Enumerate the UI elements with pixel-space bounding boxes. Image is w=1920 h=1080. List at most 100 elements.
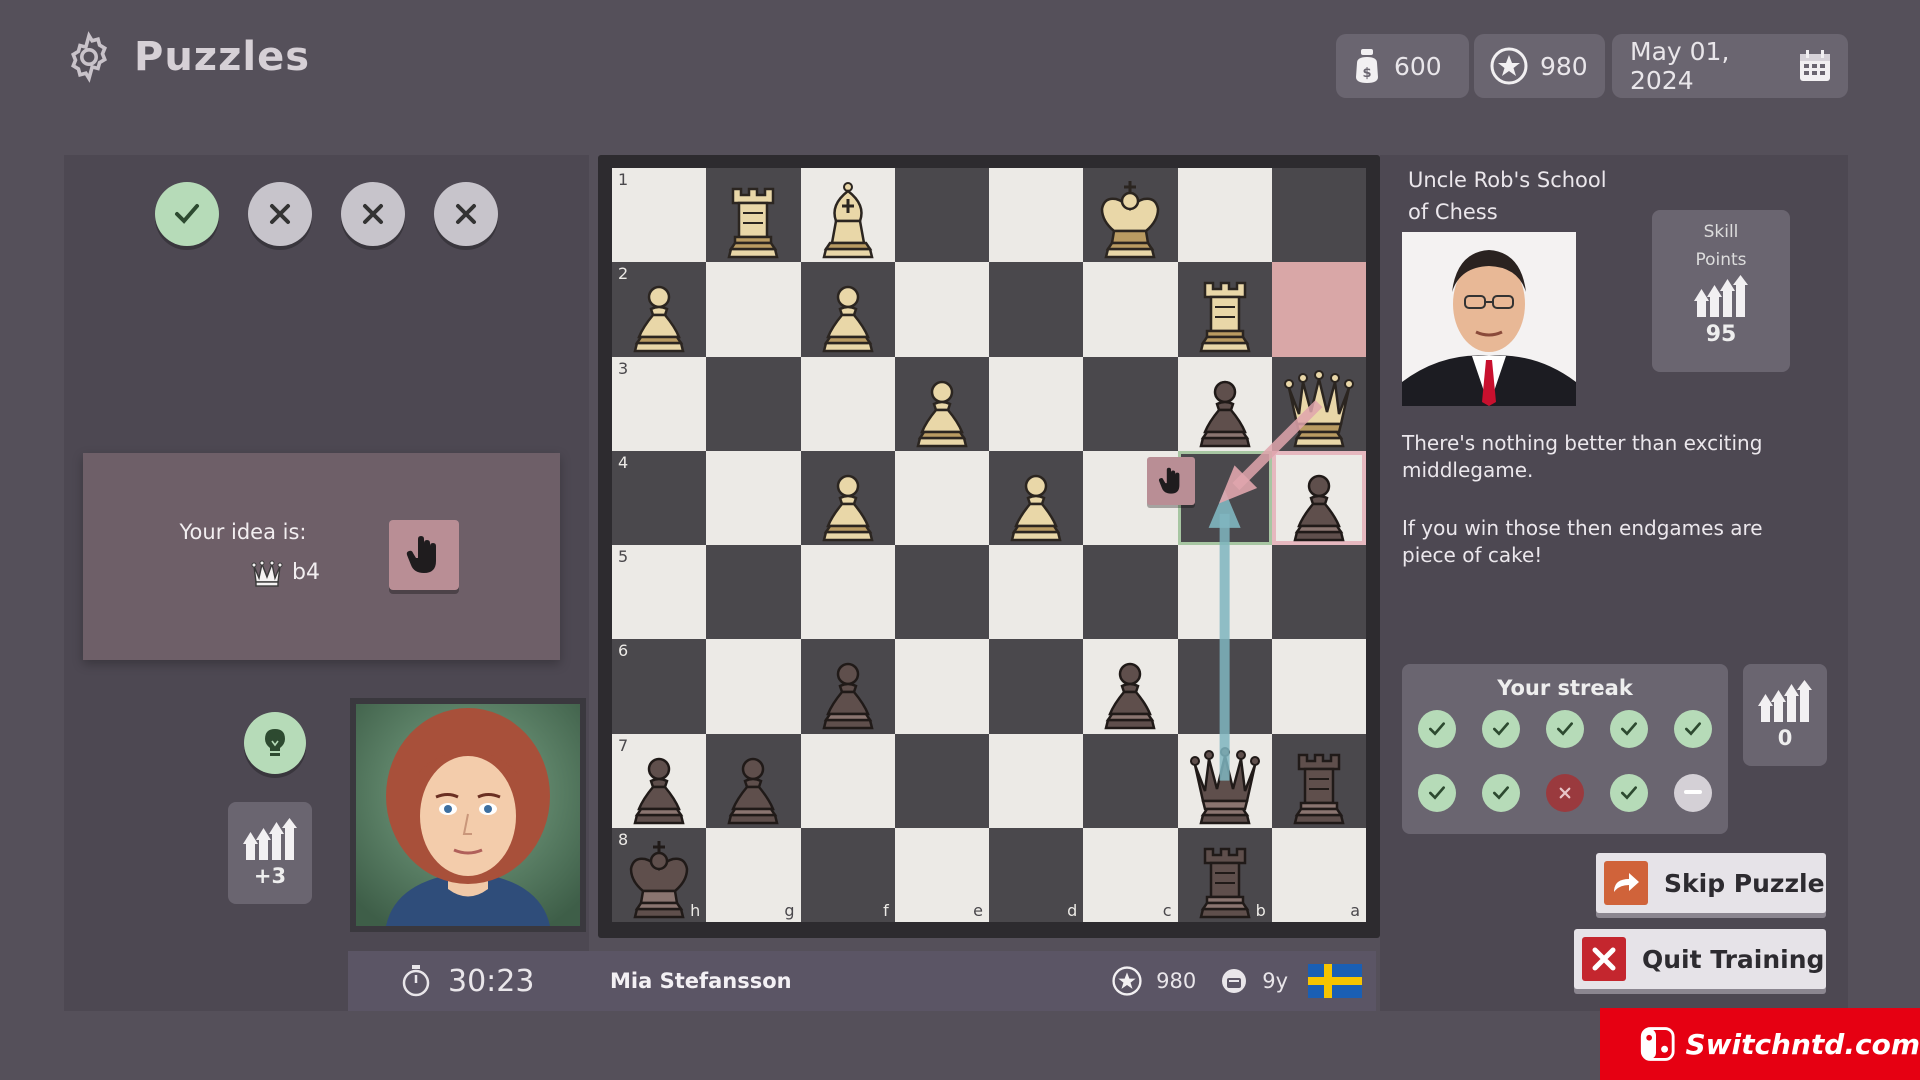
square-a1[interactable] <box>1271 168 1366 263</box>
square-c1[interactable] <box>1083 168 1178 263</box>
square-a3[interactable] <box>1271 356 1366 451</box>
square-f6[interactable] <box>800 639 895 734</box>
quit-training-button[interactable]: Quit Training <box>1574 929 1826 989</box>
square-e1[interactable] <box>894 168 989 263</box>
square-f7[interactable] <box>800 733 895 828</box>
square-g5[interactable] <box>706 545 801 640</box>
square-d6[interactable] <box>989 639 1084 734</box>
skip-puzzle-button[interactable]: Skip Puzzle <box>1596 853 1826 913</box>
square-d7[interactable] <box>989 733 1084 828</box>
square-b5[interactable] <box>1177 545 1272 640</box>
square-a5[interactable] <box>1271 545 1366 640</box>
quit-training-label: Quit Training <box>1642 944 1825 974</box>
square-f2[interactable] <box>800 262 895 357</box>
streak-correct-icon <box>1674 710 1712 748</box>
file-label: f <box>883 901 889 920</box>
cake-icon <box>1222 969 1247 993</box>
square-e2[interactable] <box>894 262 989 357</box>
square-b2[interactable] <box>1177 262 1272 357</box>
hint-button[interactable] <box>244 712 306 774</box>
square-b3[interactable] <box>1177 356 1272 451</box>
square-h7[interactable]: 7 <box>612 733 707 828</box>
coins-pill: $ 600 <box>1336 34 1469 98</box>
square-g8[interactable]: g <box>706 827 801 922</box>
square-e3[interactable] <box>894 356 989 451</box>
streak-correct-icon <box>1610 774 1648 812</box>
square-a2[interactable] <box>1271 262 1366 357</box>
square-d4[interactable] <box>989 450 1084 545</box>
streak-points-card: 0 <box>1743 664 1827 766</box>
square-h5[interactable]: 5 <box>612 545 707 640</box>
square-g7[interactable] <box>706 733 801 828</box>
coins-value: 600 <box>1394 51 1442 81</box>
square-g4[interactable] <box>706 450 801 545</box>
switch-logo-icon <box>1640 1027 1675 1061</box>
coach-message: There's nothing better than exciting mid… <box>1402 431 1763 482</box>
square-f5[interactable] <box>800 545 895 640</box>
coach-avatar <box>1402 232 1576 406</box>
square-h8[interactable]: 8h <box>612 827 707 922</box>
square-c3[interactable] <box>1083 356 1178 451</box>
rising-arrows-icon <box>1694 275 1748 317</box>
square-c2[interactable] <box>1083 262 1178 357</box>
square-h2[interactable]: 2 <box>612 262 707 357</box>
close-icon <box>1582 937 1626 981</box>
square-f3[interactable] <box>800 356 895 451</box>
square-g1[interactable] <box>706 168 801 263</box>
file-label: h <box>690 901 701 920</box>
square-e5[interactable] <box>894 545 989 640</box>
rank-label: 6 <box>618 641 629 661</box>
square-g6[interactable] <box>706 639 801 734</box>
rank-label: 3 <box>618 358 629 378</box>
calendar-icon[interactable] <box>1798 49 1832 83</box>
square-h4[interactable]: 4 <box>612 450 707 545</box>
square-a7[interactable] <box>1271 733 1366 828</box>
date-value: May 01, 2024 <box>1630 37 1730 95</box>
square-b6[interactable] <box>1177 639 1272 734</box>
rank-label: 1 <box>618 170 629 189</box>
rating-pill: 980 <box>1474 34 1605 98</box>
square-a6[interactable] <box>1271 639 1366 734</box>
idea-square: b4 <box>292 559 320 585</box>
chess-board[interactable]: 1 2 3 456 78hg fedcba <box>612 168 1366 922</box>
square-d1[interactable] <box>989 168 1084 263</box>
square-h3[interactable]: 3 <box>612 356 707 451</box>
square-f8[interactable]: f <box>800 827 895 922</box>
square-e7[interactable] <box>894 733 989 828</box>
square-g2[interactable] <box>706 262 801 357</box>
square-b1[interactable] <box>1177 168 1272 263</box>
square-f4[interactable] <box>800 450 895 545</box>
square-c8[interactable]: c <box>1083 827 1178 922</box>
square-c7[interactable] <box>1083 733 1178 828</box>
streak-correct-icon <box>1418 774 1456 812</box>
watermark: Switchntd.com <box>1600 1008 1920 1080</box>
select-piece-button[interactable] <box>389 520 459 590</box>
square-e4[interactable] <box>894 450 989 545</box>
rank-label: 2 <box>618 264 629 284</box>
square-c6[interactable] <box>1083 639 1178 734</box>
square-d5[interactable] <box>989 545 1084 640</box>
square-d2[interactable] <box>989 262 1084 357</box>
square-h6[interactable]: 6 <box>612 639 707 734</box>
square-a4[interactable] <box>1271 450 1366 545</box>
square-b7[interactable] <box>1177 733 1272 828</box>
streak-correct-icon <box>1482 710 1520 748</box>
square-e8[interactable]: e <box>894 827 989 922</box>
square-b8[interactable]: b <box>1177 827 1272 922</box>
streak-correct-icon <box>1546 710 1584 748</box>
idea-move: b4 <box>250 556 320 588</box>
star-badge-icon <box>1112 966 1142 996</box>
square-f1[interactable] <box>800 168 895 263</box>
square-a8[interactable]: a <box>1271 827 1366 922</box>
attempt-correct-icon <box>155 182 219 246</box>
settings-gear-icon[interactable] <box>62 30 116 84</box>
idea-label: Your idea is: <box>179 520 307 544</box>
player-rating: 980 <box>1156 969 1197 993</box>
square-d3[interactable] <box>989 356 1084 451</box>
square-e6[interactable] <box>894 639 989 734</box>
square-c5[interactable] <box>1083 545 1178 640</box>
square-d8[interactable]: d <box>989 827 1084 922</box>
square-g3[interactable] <box>706 356 801 451</box>
coach-message: If you win those then endgames are piece… <box>1402 516 1763 567</box>
square-h1[interactable]: 1 <box>612 168 707 263</box>
